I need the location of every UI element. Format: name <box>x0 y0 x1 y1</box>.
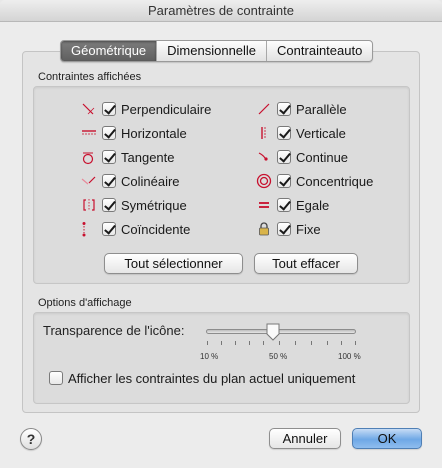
constraint-settings-dialog: Paramètres de contrainte Géométrique Dim… <box>0 0 442 468</box>
cancel-button[interactable]: Annuler <box>269 428 341 449</box>
concentric-icon <box>255 173 273 189</box>
collinear-checkbox[interactable] <box>102 174 116 188</box>
equal-icon <box>255 197 273 213</box>
constraints-section-label: Contraintes affichées <box>38 71 142 83</box>
symmetric-label: Symétrique <box>121 197 187 213</box>
tab-dimensional[interactable]: Dimensionnelle <box>157 41 268 61</box>
constraint-row-smooth: Continue <box>255 147 348 167</box>
constraint-row-horizontal: Horizontale <box>80 123 187 143</box>
select-all-button[interactable]: Tout sélectionner <box>104 253 243 274</box>
help-button[interactable]: ? <box>20 428 42 450</box>
vertical-label: Verticale <box>296 125 346 141</box>
constraint-row-equal: Egale <box>255 195 329 215</box>
vertical-checkbox[interactable] <box>277 126 291 140</box>
constraint-row-concentric: Concentrique <box>255 171 373 191</box>
constraint-row-parallel: Parallèle <box>255 99 347 119</box>
tab-geometric[interactable]: Géométrique <box>61 41 158 61</box>
concentric-label: Concentrique <box>296 173 374 189</box>
symmetric-checkbox[interactable] <box>102 198 116 212</box>
slider-tick-label-10: 10 % <box>200 352 219 361</box>
slider-tick-label-100: 100 % <box>338 352 361 361</box>
slider-tick <box>341 341 342 345</box>
horizontal-checkbox[interactable] <box>102 126 116 140</box>
tangent-icon <box>80 149 98 165</box>
fixed-label: Fixe <box>296 221 321 237</box>
slider-tick <box>263 341 264 345</box>
constraint-row-fixed: Fixe <box>255 219 321 239</box>
coincident-icon <box>80 221 98 237</box>
constraint-row-coincident: Coïncidente <box>80 219 190 239</box>
current-plane-only-row: Afficher les contraintes du plan actuel … <box>49 368 355 388</box>
horizontal-icon <box>80 125 98 141</box>
slider-tick <box>279 341 280 345</box>
transparency-label: Transparence de l'icône: <box>43 323 185 338</box>
horizontal-label: Horizontale <box>121 125 187 141</box>
fixed-checkbox[interactable] <box>277 222 291 236</box>
ok-button[interactable]: OK <box>352 428 422 449</box>
smooth-checkbox[interactable] <box>277 150 291 164</box>
perpendicular-label: Perpendiculaire <box>121 101 212 117</box>
lock-icon <box>255 221 273 237</box>
display-options-section-label: Options d'affichage <box>38 297 132 309</box>
perpendicular-icon <box>80 101 98 117</box>
transparency-slider-track[interactable] <box>206 329 356 334</box>
slider-tick-label-50: 50 % <box>269 352 288 361</box>
constraint-row-symmetric: Symétrique <box>80 195 187 215</box>
slider-tick <box>249 341 250 345</box>
slider-tick <box>221 341 222 345</box>
parallel-label: Parallèle <box>296 101 347 117</box>
tangent-label: Tangente <box>121 149 175 165</box>
slider-tick <box>355 341 356 345</box>
equal-checkbox[interactable] <box>277 198 291 212</box>
symmetric-icon <box>80 197 98 213</box>
slider-tick <box>327 341 328 345</box>
slider-tick <box>311 341 312 345</box>
tab-bar: Géométrique Dimensionnelle Contrainteaut… <box>60 40 374 62</box>
slider-tick <box>295 341 296 345</box>
parallel-icon <box>255 101 273 117</box>
transparency-slider-thumb[interactable] <box>265 323 281 341</box>
slider-tick <box>207 341 208 345</box>
smooth-label: Continue <box>296 149 349 165</box>
tangent-checkbox[interactable] <box>102 150 116 164</box>
equal-label: Egale <box>296 197 330 213</box>
current-plane-only-label: Afficher les contraintes du plan actuel … <box>68 370 356 386</box>
constraint-row-vertical: Verticale <box>255 123 346 143</box>
perpendicular-checkbox[interactable] <box>102 102 116 116</box>
constraint-row-tangent: Tangente <box>80 147 175 167</box>
coincident-label: Coïncidente <box>121 221 191 237</box>
concentric-checkbox[interactable] <box>277 174 291 188</box>
window-title: Paramètres de contrainte <box>0 0 442 22</box>
vertical-icon <box>255 125 273 141</box>
collinear-icon <box>80 173 98 189</box>
constraint-row-collinear: Colinéaire <box>80 171 180 191</box>
tab-autoconstrain[interactable]: Contrainteauto <box>267 41 372 61</box>
coincident-checkbox[interactable] <box>102 222 116 236</box>
parallel-checkbox[interactable] <box>277 102 291 116</box>
current-plane-only-checkbox[interactable] <box>49 371 63 385</box>
collinear-label: Colinéaire <box>121 173 180 189</box>
clear-all-button[interactable]: Tout effacer <box>254 253 358 274</box>
slider-tick <box>235 341 236 345</box>
constraint-row-perpendicular: Perpendiculaire <box>80 99 211 119</box>
smooth-icon <box>255 149 273 165</box>
